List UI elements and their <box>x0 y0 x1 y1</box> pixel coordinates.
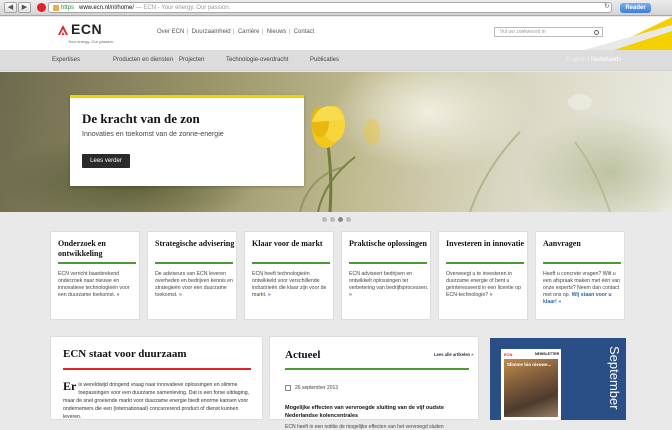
nav-technologie-overdracht[interactable]: Technologie-overdracht <box>226 57 288 63</box>
back-button[interactable]: ◀ <box>4 2 17 13</box>
card-text: Heeft u concrete vragen? Wilt u een afsp… <box>543 271 620 305</box>
newsletter-brand: ECN <box>504 352 513 357</box>
address-bar[interactable]: https www.ecn.nl/nl/home/ — ECN - Your e… <box>48 2 612 13</box>
ecn-logo-mark-icon <box>58 25 68 35</box>
ecn-logo[interactable]: ECN Your energy. Our passion. <box>57 21 119 45</box>
logo-tagline: Your energy. Our passion. <box>68 39 115 44</box>
top-links: Over ECN | Duurzaamheid | Carrière | Nieuws… <box>157 29 315 35</box>
card-title: Onderzoek en ontwikkeling <box>58 239 106 258</box>
hero-title: De kracht van de zon <box>82 111 200 126</box>
lang-separator: / <box>587 57 590 63</box>
all-articles-link[interactable]: Lees alle artikelen » <box>434 352 474 357</box>
calendar-icon <box>285 385 291 391</box>
section-text: Er is wereldwijd dringend vraag naar inn… <box>63 379 250 420</box>
nav-projecten[interactable]: Projecten <box>179 57 204 63</box>
news-title-link[interactable]: Mogelijke effecten van vervroegde sluiti… <box>285 404 465 420</box>
newsletter-label: NEWSLETTER <box>535 352 560 356</box>
nav-producten[interactable]: Producten en diensten <box>113 57 173 63</box>
card-onderzoek[interactable]: Onderzoek en ontwikkeling ECN verricht b… <box>50 231 140 320</box>
service-cards: Onderzoek en ontwikkeling ECN verricht b… <box>50 231 625 321</box>
card-divider <box>349 262 427 264</box>
card-title: Aanvragen <box>543 239 581 248</box>
duurzaam-section: ECN staat voor duurzaam Er is wereldwijd… <box>50 336 263 420</box>
nav-publicaties[interactable]: Publicaties <box>310 57 339 63</box>
url-scheme: https <box>61 5 75 11</box>
actueel-section: Actueel Lees alle artikelen » 26 septemb… <box>269 336 479 430</box>
card-divider <box>58 262 136 264</box>
toplink-carriere[interactable]: Carrière <box>238 29 260 35</box>
section-divider <box>63 368 251 370</box>
card-more-link[interactable]: » <box>268 292 271 298</box>
card-title: Strategische advisering <box>155 239 235 248</box>
card-more-link[interactable]: » <box>179 292 182 298</box>
page-title: — ECN - Your energy. Our passion. <box>135 5 231 11</box>
card-title: Klaar voor de markt <box>252 239 323 248</box>
slider-dots <box>322 217 352 223</box>
toplink-duurzaamheid[interactable]: Duurzaamheid <box>192 29 231 35</box>
dropcap: Er <box>63 379 77 393</box>
newsletter-headline: Slimme bio nieuwe... <box>507 362 552 367</box>
search-placeholder: Vul uw zoekwoord in <box>500 29 546 35</box>
logo-text: ECN <box>71 21 103 37</box>
section-divider <box>285 368 469 370</box>
card-text: ECN heeft technologieën ontwikkeld voor … <box>252 271 327 298</box>
section-title: ECN staat voor duurzaam <box>63 348 187 360</box>
browser-toolbar: ◀ ▶ https www.ecn.nl/nl/home/ — ECN - Yo… <box>0 0 672 16</box>
card-divider <box>446 262 524 264</box>
newsletter-banner[interactable]: ECN NEWSLETTER Slimme bio nieuwe... Sept… <box>490 338 626 420</box>
card-aanvragen[interactable]: Aanvragen Heeft u concrete vragen? Wilt … <box>535 231 625 320</box>
card-divider <box>252 262 330 264</box>
toplink-contact[interactable]: Contact <box>294 29 315 35</box>
slider-dot[interactable] <box>330 217 335 222</box>
main-navigation: Expertises Producten en diensten Project… <box>0 50 672 71</box>
card-oplossingen[interactable]: Praktische oplossingen ECN adviseert bed… <box>341 231 431 320</box>
newsletter-photo: Slimme bio nieuwe... <box>504 359 558 417</box>
hero-banner: De kracht van de zon Innovaties en toeko… <box>0 72 672 212</box>
card-text: Overweegt u te investeren in duurzame en… <box>446 271 521 298</box>
lang-nederlands[interactable]: Nederlands <box>591 57 622 63</box>
url-path: /nl/home/ <box>109 5 135 11</box>
reader-button[interactable]: Reader <box>620 3 651 13</box>
card-divider <box>155 262 233 264</box>
card-advisering[interactable]: Strategische advisering De adviseurs van… <box>147 231 237 320</box>
card-investeren[interactable]: Investeren in innovatie Overweegt u te i… <box>438 231 528 320</box>
slider-dot-active[interactable] <box>338 217 343 222</box>
slider-dot[interactable] <box>346 217 351 222</box>
card-more-link[interactable]: » <box>490 292 493 298</box>
site-favicon-icon <box>37 3 46 12</box>
card-text: ECN verricht baanbrekend onderzoek naar … <box>58 271 130 298</box>
newsletter-month: September <box>607 346 622 410</box>
section-title: Actueel <box>285 349 321 361</box>
content-area: ECN staat voor duurzaam Er is wereldwijd… <box>0 328 672 430</box>
search-icon[interactable] <box>594 30 599 35</box>
card-divider <box>543 262 621 264</box>
lang-english[interactable]: English <box>566 57 586 63</box>
card-title: Investeren in innovatie <box>446 239 525 248</box>
language-switch: English / Nederlands <box>566 57 621 63</box>
forward-button[interactable]: ▶ <box>18 2 31 13</box>
hero-panel: De kracht van de zon Innovaties en toeko… <box>70 95 304 186</box>
card-text: De adviseurs van ECN leveren overheden e… <box>155 271 233 298</box>
search-input[interactable]: Vul uw zoekwoord in <box>494 27 603 37</box>
hero-subtitle: Innovaties en toekomst van de zonne-ener… <box>82 131 224 138</box>
card-markt[interactable]: Klaar voor de markt ECN heeft technologi… <box>244 231 334 320</box>
slider-dot[interactable] <box>322 217 327 222</box>
card-title: Praktische oplossingen <box>349 239 428 248</box>
site-header: ECN Your energy. Our passion. Over ECN | … <box>0 17 672 50</box>
card-more-link[interactable]: » <box>117 292 120 298</box>
lock-icon <box>53 5 59 11</box>
toplink-over-ecn[interactable]: Over ECN <box>157 29 184 35</box>
toplink-nieuws[interactable]: Nieuws <box>267 29 287 35</box>
news-date: 26 september 2013 <box>295 385 339 391</box>
url-host: www.ecn.nl <box>79 5 110 11</box>
newsletter-cover: ECN NEWSLETTER Slimme bio nieuwe... <box>501 349 561 420</box>
reload-icon[interactable]: ↻ <box>604 2 610 10</box>
nav-expertises[interactable]: Expertises <box>52 57 80 63</box>
read-more-button[interactable]: Lees verder <box>82 154 130 168</box>
card-more-link[interactable]: » <box>349 292 352 298</box>
card-text: ECN adviseert bedrijven en ontwikkelt op… <box>349 271 429 298</box>
news-excerpt: ECN heeft in een notitie de mogelijke ef… <box>285 424 444 430</box>
